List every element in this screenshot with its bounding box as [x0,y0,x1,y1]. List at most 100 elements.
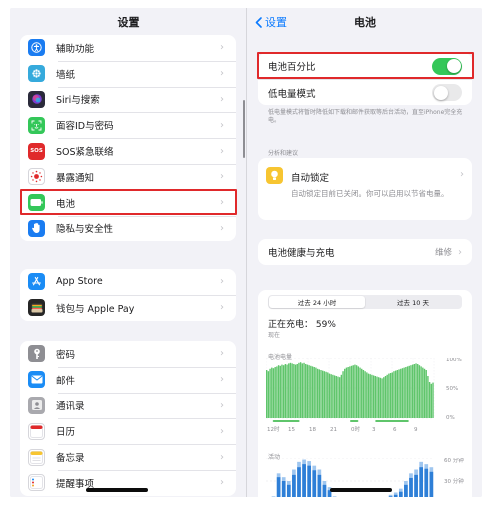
battery-level-bar [428,382,431,418]
settings-row-calendar[interactable]: 日历 › [20,418,236,444]
battery-level-bar [388,373,390,418]
settings-row-mail[interactable]: 邮件 › [20,366,236,393]
settings-row-sos[interactable]: SOS SOS紧急联络 › [20,138,236,164]
battery-level-bar [327,372,329,418]
siri-icon [28,90,45,108]
battery-level-bar [328,373,331,418]
battery-level-bar [288,363,290,418]
wallet-icon [28,299,45,317]
settings-title: 设置 [117,16,140,29]
tab-last-24-hours[interactable]: 过去 24 小时 [269,296,365,308]
exposure-icon [28,168,45,186]
auto-lock-suggestion[interactable]: 自动锁定 自动锁定目前已关闭。你可以启用以节省电量。 › [258,158,472,220]
settings-row-hand[interactable]: 隐私与安全性 › [20,215,236,242]
settings-row-wallet[interactable]: 钱包与 Apple Pay › [20,294,236,321]
ipad-screen: 设置 辅助功能 › 墙纸 › Siri与搜索 › 面容ID与密码 › SOS SOS紧急联络 › 暴露… [10,8,482,497]
battery-level-bar [276,366,278,418]
home-indicator[interactable] [86,488,148,492]
battery-level-bar [267,371,270,418]
battery-level-chart[interactable]: 100% 50% 0% 12时 15 18 21 0时 3 6 9 [266,358,470,442]
battery-level-bar [391,372,393,418]
chevron-right-icon: › [458,246,462,258]
screen-on-bar [414,474,418,497]
battery-health-row[interactable]: 电池健康与充电 维修 › [258,239,472,265]
battery-health-label: 电池健康与充电 [268,248,335,259]
charging-status: 正在充电： 59% [268,320,336,330]
now-label: 现在 [268,332,281,339]
battery-level-bar [374,376,377,418]
settings-row-face-id[interactable]: 面容ID与密码 › [20,112,236,138]
settings-row-app-store[interactable]: App Store › [20,269,236,295]
settings-row-accessibility[interactable]: 辅助功能 › [20,35,236,61]
settings-row-exposure[interactable]: 暴露通知 › [20,163,236,190]
reminders-icon [28,474,45,492]
insights-header: 分析和建议 [268,150,299,157]
auto-lock-title: 自动锁定 [291,173,330,184]
chevron-right-icon: › [220,348,224,360]
screen-on-bar [404,484,408,497]
battery-level-bar [333,375,336,418]
settings-row-label: 电池 [56,198,76,210]
x-tick-label: 18 [309,427,316,433]
battery-level-bar [401,368,404,418]
sos-icon: SOS [28,142,45,160]
settings-row-contacts[interactable]: 通讯录 › [20,392,236,419]
activity-bar [271,496,276,497]
low-power-row: 低电量模式 [258,79,472,105]
battery-level-bar [296,364,298,418]
battery-level-bar [381,378,383,418]
battery-level-bar [342,371,344,418]
settings-row-wallpaper[interactable]: 墙纸 › [20,60,236,87]
battery-level-bar [318,369,321,418]
tab-last-10-days[interactable]: 过去 10 天 [365,296,461,308]
settings-row-siri[interactable]: Siri与搜索 › [20,86,236,113]
charging-marker [350,420,359,422]
calendar-icon [28,422,45,440]
screen-on-bar [317,474,322,497]
settings-row-label: 墙纸 [56,69,76,81]
battery-level-bar [350,365,353,418]
settings-row-battery[interactable]: 电池 › [20,189,236,216]
screen-on-bar [312,470,317,497]
scroll-indicator[interactable] [243,100,245,158]
battery-level-bar [396,370,399,418]
face-id-icon [28,116,45,134]
settings-row-label: 暴露通知 [56,172,95,184]
settings-row-label: 通讯录 [56,401,85,413]
settings-row-key[interactable]: 密码 › [20,341,236,367]
battery-level-bar [322,370,324,418]
battery-level-bar [364,371,366,418]
settings-row-label: 日历 [56,427,76,439]
time-range-segmented-control: 过去 24 小时 过去 10 天 [268,295,462,309]
battery-level-bar [423,368,426,418]
battery-level-bar [425,370,427,418]
battery-level-bar [282,365,285,418]
battery-level-bar [398,369,400,418]
screen-on-bar [322,484,327,497]
low-power-toggle[interactable] [432,84,462,101]
battery-level-bar [410,365,412,418]
chevron-right-icon: › [220,276,224,288]
chevron-right-icon: › [220,145,224,157]
settings-row-notes[interactable]: 备忘录 › [20,444,236,470]
battery-level-bar [298,362,300,418]
battery-level-bar [293,364,295,418]
mail-icon [28,371,45,389]
home-indicator[interactable] [330,488,392,492]
settings-row-label: App Store [56,276,103,288]
battery-level-bar [279,365,281,418]
battery-level-bar [274,367,276,418]
battery-usage-card: 过去 24 小时 过去 10 天 正在充电： 59% 现在 电池电量 100% 5… [258,290,472,497]
battery-level-bar [310,365,312,418]
battery-level-bar [313,367,315,418]
chevron-right-icon: › [220,425,224,437]
accessibility-icon [28,39,45,57]
battery-level-bar [386,374,388,418]
battery-level-bar [372,375,375,418]
battery-level-bar [393,371,395,418]
battery-level-bar [422,367,424,418]
battery-level-bar [340,374,343,418]
chevron-right-icon: › [220,197,224,209]
battery-level-bar [301,363,304,418]
battery-percentage-toggle[interactable] [432,57,462,75]
